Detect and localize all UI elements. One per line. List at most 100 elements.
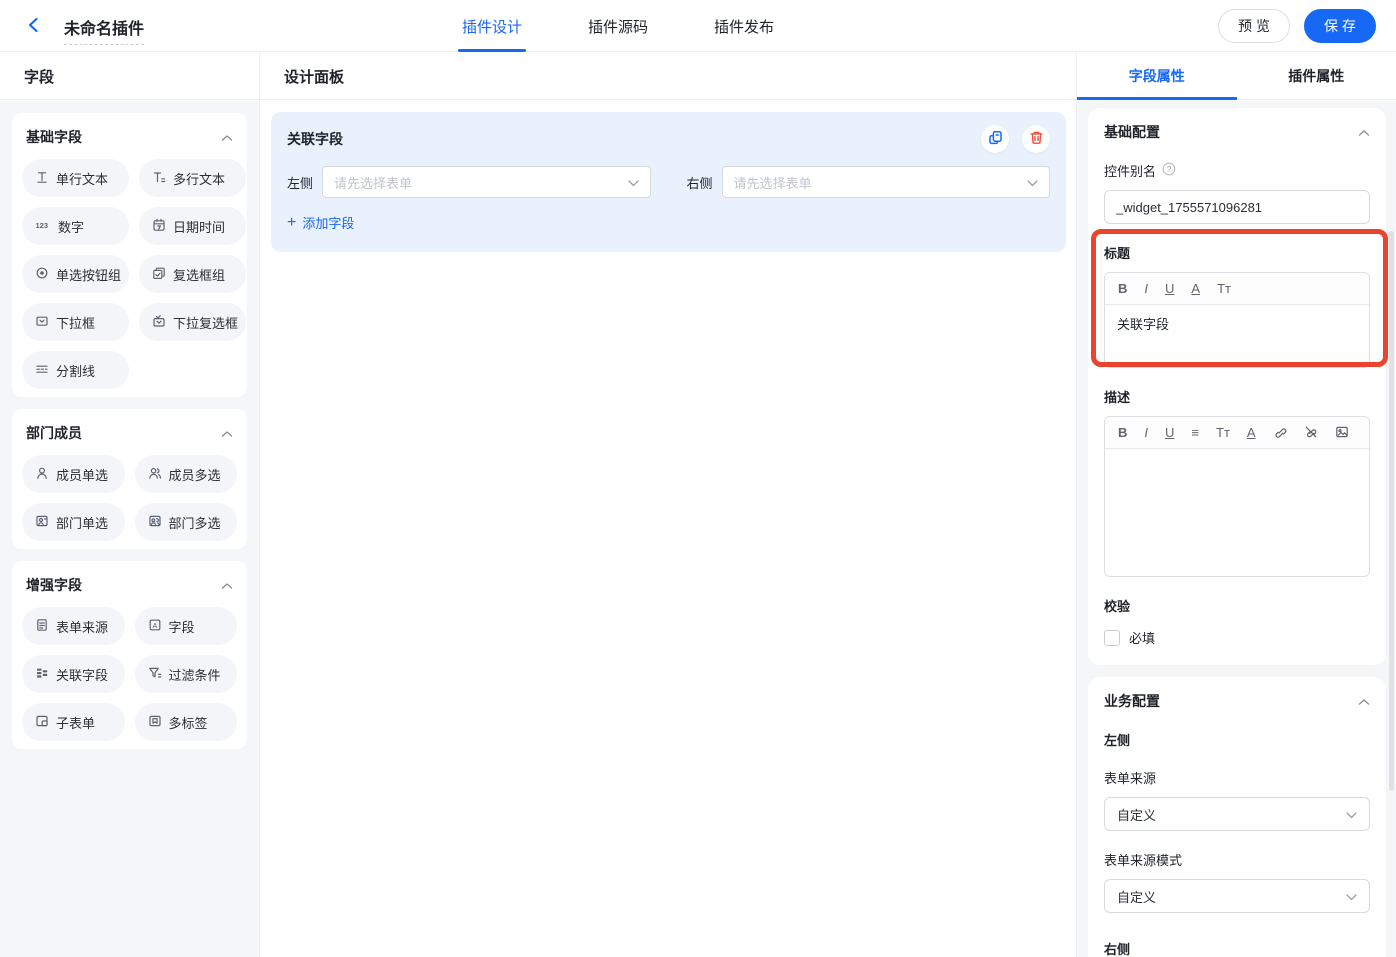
save-button[interactable]: 保存 — [1304, 9, 1376, 43]
group-department-members: 部门成员 成员单选 成员多选 部门单选 部门多选 — [12, 409, 247, 549]
field-item-multi-tag[interactable]: 多标签 — [134, 703, 237, 741]
unlink-button[interactable] — [1304, 425, 1318, 441]
chevron-down-icon — [1346, 807, 1357, 822]
italic-button[interactable]: I — [1144, 282, 1148, 295]
field-item-sub-form[interactable]: 子表单 — [22, 703, 125, 741]
desc-toolbar: B I U ≡ Tт A — [1105, 417, 1369, 449]
underline-button[interactable]: U — [1165, 426, 1174, 439]
field-item-dropdown-multi[interactable]: 下拉复选框 — [139, 303, 247, 341]
chevron-down-icon — [1027, 175, 1038, 190]
department-single-icon — [35, 514, 49, 531]
title-field-label: 标题 — [1104, 246, 1131, 261]
required-label: 必填 — [1129, 631, 1156, 646]
right-side-label: 右侧 — [686, 175, 713, 191]
chevron-up-icon — [221, 578, 233, 593]
required-checkbox-row[interactable]: 必填 — [1104, 628, 1370, 647]
tab-field-properties[interactable]: 字段属性 — [1077, 53, 1237, 100]
field-item-divider[interactable]: 分割线 — [22, 351, 130, 389]
business-config-header[interactable]: 业务配置 — [1104, 691, 1370, 711]
field-item-related-field[interactable]: 关联字段 — [22, 655, 125, 693]
form-source-mode-select[interactable]: 自定义 — [1104, 879, 1370, 913]
link-button[interactable] — [1273, 425, 1287, 441]
alias-label-row: 控件别名 ? — [1104, 161, 1370, 180]
datetime-icon — [152, 218, 166, 235]
validation-label: 校验 — [1104, 599, 1131, 614]
font-size-button[interactable]: Tт — [1216, 426, 1230, 439]
tab-plugin-design[interactable]: 插件设计 — [457, 0, 527, 52]
italic-button[interactable]: I — [1144, 426, 1148, 439]
form-source-icon — [35, 618, 49, 635]
svg-text:123: 123 — [36, 221, 49, 230]
group-department-members-header[interactable]: 部门成员 — [22, 423, 237, 443]
trash-icon — [1029, 130, 1044, 148]
form-source-mode-label: 表单来源模式 — [1104, 853, 1183, 868]
member-single-icon — [35, 466, 49, 483]
form-source-select[interactable]: 自定义 — [1104, 797, 1370, 831]
field-item-single-line-text[interactable]: 单行文本 — [22, 159, 130, 197]
copy-button[interactable] — [981, 125, 1009, 153]
left-form-select[interactable]: 请先选择表单 — [322, 166, 651, 198]
field-item-datetime[interactable]: 日期时间 — [139, 207, 247, 245]
font-color-button[interactable]: A — [1247, 426, 1256, 439]
chevron-up-icon — [221, 130, 233, 145]
field-item-multi-line-text[interactable]: 多行文本 — [139, 159, 247, 197]
underline-button[interactable]: U — [1165, 282, 1174, 295]
top-tabs: 插件设计 插件源码 插件发布 — [457, 0, 776, 52]
field-item-form-source[interactable]: 表单来源 — [22, 607, 125, 645]
font-size-button[interactable]: Tт — [1217, 282, 1231, 295]
right-panel-scrollbar[interactable] — [1389, 231, 1394, 791]
copy-icon — [988, 130, 1003, 148]
field-item-filter-condition[interactable]: 过滤条件 — [134, 655, 237, 693]
tab-plugin-publish[interactable]: 插件发布 — [712, 0, 776, 52]
number-icon: 123 — [35, 218, 51, 235]
align-button[interactable]: ≡ — [1191, 426, 1199, 439]
svg-text:?: ? — [1167, 165, 1172, 174]
field-item-department-multi[interactable]: 部门多选 — [134, 503, 237, 541]
chevron-down-icon — [627, 175, 639, 190]
bold-button[interactable]: B — [1118, 426, 1127, 439]
title-content-input[interactable]: 关联字段 — [1105, 305, 1369, 367]
preview-button[interactable]: 预览 — [1218, 9, 1290, 43]
single-line-text-icon — [35, 170, 49, 187]
radio-group-icon — [35, 266, 49, 283]
checkbox-group-icon — [152, 266, 166, 283]
group-enhanced-fields-header[interactable]: 增强字段 — [22, 575, 237, 595]
member-multi-icon — [148, 466, 162, 483]
basic-config-header[interactable]: 基础配置 — [1104, 122, 1370, 142]
form-source-label: 表单来源 — [1104, 771, 1157, 786]
delete-button[interactable] — [1022, 125, 1050, 153]
title-richtext-editor: B I U A Tт 关联字段 — [1104, 272, 1370, 368]
back-button[interactable] — [22, 14, 46, 38]
alias-input[interactable] — [1104, 190, 1370, 224]
field-item-radio-group[interactable]: 单选按钮组 — [22, 255, 130, 293]
add-field-link[interactable]: + 添加字段 — [287, 213, 354, 232]
related-field-widget[interactable]: 关联字段 左侧 请先选择表单 右侧 请先选择表单 + 添加字段 — [271, 112, 1066, 252]
field-item-member-single[interactable]: 成员单选 — [22, 455, 125, 493]
field-icon: A — [148, 618, 162, 635]
field-item-field[interactable]: A 字段 — [134, 607, 237, 645]
divider-icon — [35, 362, 49, 379]
right-form-select[interactable]: 请先选择表单 — [721, 166, 1050, 198]
field-item-number[interactable]: 123 数字 — [22, 207, 130, 245]
help-icon[interactable]: ? — [1162, 162, 1176, 179]
left-side-label: 左侧 — [287, 175, 314, 191]
topbar-actions: 预览 保存 — [1218, 9, 1376, 43]
tab-plugin-properties[interactable]: 插件属性 — [1237, 53, 1396, 99]
field-item-department-single[interactable]: 部门单选 — [22, 503, 125, 541]
filter-condition-icon — [148, 666, 162, 683]
field-item-checkbox-group[interactable]: 复选框组 — [139, 255, 247, 293]
group-basic-fields-header[interactable]: 基础字段 — [22, 127, 237, 147]
design-canvas: 关联字段 左侧 请先选择表单 右侧 请先选择表单 + 添加字段 — [261, 101, 1076, 957]
image-button[interactable] — [1335, 425, 1349, 441]
dropdown-multi-icon — [152, 314, 166, 331]
required-checkbox[interactable] — [1104, 629, 1120, 646]
desc-richtext-editor: B I U ≡ Tт A — [1104, 416, 1370, 577]
topbar: 未命名插件 插件设计 插件源码 插件发布 预览 保存 — [0, 0, 1396, 52]
desc-content-input[interactable] — [1105, 449, 1369, 576]
field-item-member-multi[interactable]: 成员多选 — [134, 455, 237, 493]
font-color-button[interactable]: A — [1191, 282, 1200, 295]
field-item-dropdown[interactable]: 下拉框 — [22, 303, 130, 341]
plugin-title[interactable]: 未命名插件 — [64, 15, 145, 45]
bold-button[interactable]: B — [1118, 282, 1127, 295]
tab-plugin-source[interactable]: 插件源码 — [586, 0, 650, 52]
